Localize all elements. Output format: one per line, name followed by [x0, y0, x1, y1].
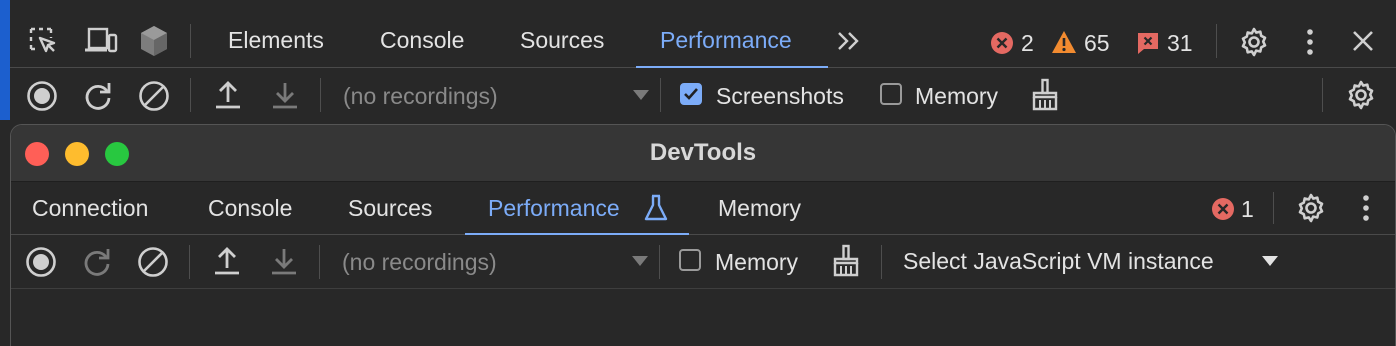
tab-console[interactable]: Console — [208, 182, 292, 235]
window-titlebar: DevTools — [11, 125, 1395, 182]
checkmark-icon — [684, 88, 698, 100]
save-profile-icon[interactable] — [270, 246, 298, 276]
warning-icon[interactable] — [1051, 30, 1077, 54]
separator — [881, 245, 882, 279]
reload-record-icon[interactable] — [82, 80, 114, 112]
3d-view-icon[interactable] — [138, 24, 170, 58]
separator — [1273, 192, 1274, 224]
inner-tab-bar: Connection Console Sources Performance M… — [11, 182, 1395, 235]
tab-performance[interactable]: Performance — [660, 0, 792, 68]
error-icon[interactable] — [990, 31, 1014, 55]
more-tabs-chevron-icon[interactable] — [836, 30, 862, 52]
separator — [189, 245, 190, 279]
memory-checkbox[interactable] — [880, 83, 902, 105]
record-icon[interactable] — [26, 80, 58, 112]
settings-gear-icon[interactable] — [1238, 26, 1270, 58]
collect-garbage-icon[interactable] — [831, 244, 861, 278]
chevron-down-icon[interactable] — [1261, 255, 1279, 267]
separator — [1216, 24, 1217, 58]
outer-performance-toolbar: (no recordings) Screenshots Memory — [10, 68, 1396, 122]
separator — [319, 245, 320, 279]
screenshots-checkbox[interactable] — [680, 83, 702, 105]
error-icon[interactable] — [1211, 197, 1235, 221]
inspect-element-icon[interactable] — [28, 26, 58, 56]
error-count[interactable]: 2 — [1021, 30, 1034, 57]
background-window-edge — [0, 0, 10, 346]
error-count[interactable]: 1 — [1241, 196, 1254, 223]
separator — [320, 78, 321, 112]
device-toolbar-icon[interactable] — [84, 26, 118, 56]
load-profile-icon[interactable] — [213, 246, 241, 276]
separator — [660, 78, 661, 112]
separator — [659, 245, 660, 279]
recordings-select[interactable]: (no recordings) — [343, 83, 498, 110]
recordings-select[interactable]: (no recordings) — [342, 249, 497, 276]
memory-label[interactable]: Memory — [915, 83, 998, 110]
tab-memory[interactable]: Memory — [718, 182, 801, 235]
reload-record-icon[interactable] — [81, 246, 113, 278]
tab-connection[interactable]: Connection — [32, 182, 148, 235]
more-options-icon[interactable] — [1362, 194, 1370, 222]
clear-icon[interactable] — [137, 246, 169, 278]
issues-count[interactable]: 31 — [1167, 30, 1193, 57]
inner-performance-toolbar: (no recordings) Memory Select JavaScript… — [11, 235, 1395, 289]
tab-elements[interactable]: Elements — [228, 0, 324, 68]
vm-instance-select[interactable]: Select JavaScript VM instance — [903, 248, 1214, 275]
load-profile-icon[interactable] — [214, 80, 242, 110]
save-profile-icon[interactable] — [271, 80, 299, 110]
separator — [1322, 78, 1323, 112]
performance-panel-content — [11, 289, 1395, 346]
outer-tab-bar: Elements Console Sources Performance 2 6… — [10, 0, 1396, 68]
clear-icon[interactable] — [138, 80, 170, 112]
capture-settings-gear-icon[interactable] — [1345, 79, 1377, 111]
chevron-down-icon[interactable] — [632, 89, 650, 101]
memory-label[interactable]: Memory — [715, 249, 798, 276]
experimental-flask-icon — [644, 194, 668, 221]
settings-gear-icon[interactable] — [1295, 192, 1327, 224]
tab-sources[interactable]: Sources — [348, 182, 432, 235]
devtools-window: DevTools Connection Console Sources Perf… — [10, 124, 1396, 346]
tab-sources[interactable]: Sources — [520, 0, 604, 68]
record-icon[interactable] — [25, 246, 57, 278]
separator — [190, 24, 191, 58]
close-icon[interactable] — [1351, 29, 1375, 53]
memory-checkbox[interactable] — [679, 249, 701, 271]
more-options-icon[interactable] — [1306, 28, 1314, 56]
separator — [190, 78, 191, 112]
chevron-down-icon[interactable] — [631, 255, 649, 267]
tab-performance[interactable]: Performance — [488, 182, 620, 235]
tab-console[interactable]: Console — [380, 0, 464, 68]
screenshots-label[interactable]: Screenshots — [716, 83, 844, 110]
collect-garbage-icon[interactable] — [1030, 78, 1060, 112]
issues-icon[interactable] — [1136, 31, 1160, 55]
window-title: DevTools — [649, 139, 757, 166]
warning-count[interactable]: 65 — [1084, 30, 1110, 57]
